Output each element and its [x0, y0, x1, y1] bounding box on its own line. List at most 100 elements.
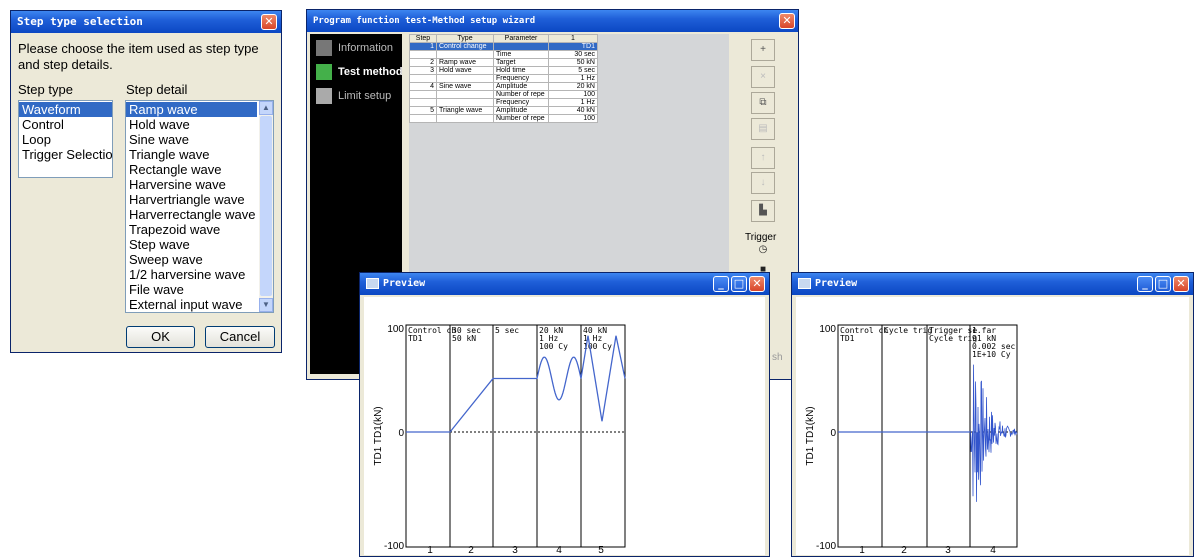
table-cell: 1 Hz	[548, 98, 598, 107]
step-detail-item[interactable]: Hold wave	[126, 117, 257, 132]
x-tick-label: 4	[990, 545, 996, 555]
cancel-button[interactable]: Cancel	[205, 326, 275, 348]
table-cell: 3	[409, 66, 437, 75]
table-cell: Frequency	[493, 74, 549, 83]
step-detail-label: Step detail	[126, 82, 188, 97]
table-cell: Control change	[436, 42, 494, 51]
prompt-line-1: Please choose the item used as step type	[18, 41, 259, 56]
wizard-nav-label: Test method	[338, 66, 403, 78]
table-cell: Target	[493, 58, 549, 67]
wizard-title: Program function test-Method setup wizar…	[313, 16, 536, 26]
dialog-titlebar: Step type selection ✕	[11, 11, 281, 33]
step-detail-item[interactable]: Harverrectangle wave	[126, 207, 257, 222]
step-detail-item[interactable]: Harversine wave	[126, 177, 257, 192]
table-row[interactable]: Number of repe 100	[409, 114, 598, 123]
step-detail-item[interactable]: External input wave	[126, 297, 257, 312]
step-detail-item[interactable]: Trapezoid wave	[126, 222, 257, 237]
table-cell	[436, 90, 494, 99]
table-row[interactable]: Number of repe 100	[409, 90, 598, 99]
step-detail-item[interactable]: Sweep wave	[126, 252, 257, 267]
table-row[interactable]: Frequency 1 Hz	[409, 74, 598, 83]
table-row[interactable]: 5 Triangle wave Amplitude 40 kN	[409, 106, 598, 115]
table-row[interactable]: 4 Sine wave Amplitude 20 kN	[409, 82, 598, 91]
step-type-item[interactable]: Control	[19, 117, 112, 132]
ok-button[interactable]: OK	[126, 326, 195, 348]
table-cell: Amplitude	[493, 106, 549, 115]
preview1-plot-area: 100 0 -100 TD1 TD1(kN) 1 2 3 4 5 Control ch TD1 30 …	[364, 297, 765, 555]
table-cell	[436, 50, 494, 59]
maximize-icon[interactable]: □	[731, 276, 747, 292]
step-detail-item[interactable]: 1/2 harversine wave	[126, 267, 257, 282]
table-cell: 50 kN	[548, 58, 598, 67]
y-bottom-label: -100	[816, 541, 836, 552]
table-cell	[409, 98, 437, 107]
add-icon[interactable]: +	[751, 39, 775, 61]
step-detail-item[interactable]: Ramp wave	[126, 102, 257, 117]
table-cell: 30 sec	[548, 50, 598, 59]
step-detail-item[interactable]: File wave	[126, 282, 257, 297]
table-row[interactable]: Time 30 sec	[409, 50, 598, 59]
close-icon[interactable]: ✕	[1173, 276, 1189, 292]
step-detail-item[interactable]: Rectangle wave	[126, 162, 257, 177]
preview-app-icon	[366, 277, 379, 289]
table-header-cell: 1	[548, 34, 598, 43]
table-row[interactable]: 3 Hold wave Hold time 5 sec	[409, 66, 598, 75]
y-top-label: 100	[387, 324, 404, 335]
table-cell: 1	[409, 42, 437, 51]
table-cell	[409, 90, 437, 99]
prompt-line-2: and step details.	[18, 57, 113, 72]
close-icon[interactable]: ✕	[779, 13, 795, 29]
step-type-dialog: Step type selection ✕ Please choose the …	[10, 10, 282, 353]
table-row[interactable]: Frequency 1 Hz	[409, 98, 598, 107]
table-cell: 1 Hz	[548, 74, 598, 83]
x-tick-label: 5	[598, 545, 604, 555]
step-detail-item[interactable]: Harvertriangle wave	[126, 192, 257, 207]
move-down-icon[interactable]: ↓	[751, 172, 775, 194]
y-bottom-label: -100	[384, 541, 404, 552]
minimize-icon[interactable]: _	[1137, 276, 1153, 292]
step-type-list[interactable]: Waveform Control Loop Trigger Selection	[18, 100, 113, 178]
preview-window-1: Preview _ □ ✕ 100 0 -100 TD1 TD1(kN) 1 2 3 4 5 Co…	[359, 272, 770, 557]
x-tick-label: 1	[427, 545, 433, 555]
preview1-titlebar: Preview _ □ ✕	[360, 273, 769, 295]
finish-button-fragment[interactable]: sh	[772, 352, 783, 363]
step-detail-list[interactable]: Ramp wave Hold wave Sine wave Triangle wave…	[125, 100, 274, 313]
table-cell: Hold wave	[436, 66, 494, 75]
delete-icon[interactable]: ×	[751, 66, 775, 88]
scroll-thumb[interactable]	[260, 116, 272, 296]
move-up-icon[interactable]: ↑	[751, 147, 775, 169]
scroll-down-icon[interactable]: ▼	[259, 298, 273, 312]
timer-icon[interactable]: ◷	[751, 243, 775, 259]
step-type-item[interactable]: Trigger Selection	[19, 147, 112, 162]
step-type-item[interactable]: Loop	[19, 132, 112, 147]
copy-icon[interactable]: ⧉	[751, 92, 775, 114]
close-icon[interactable]: ✕	[261, 14, 277, 30]
table-cell: 20 kN	[548, 82, 598, 91]
trigger-label: Trigger	[745, 232, 777, 243]
table-cell: Number of repe	[493, 90, 549, 99]
step-type-label: Step type	[18, 82, 73, 97]
table-cell: Amplitude	[493, 82, 549, 91]
table-cell	[436, 114, 494, 123]
table-cell	[409, 114, 437, 123]
segment-label: 100 Cy	[539, 342, 568, 351]
table-cell	[436, 98, 494, 107]
close-icon[interactable]: ✕	[749, 276, 765, 292]
x-tick-label: 2	[901, 545, 907, 555]
segment-label: 50 kN	[452, 334, 476, 343]
minimize-icon[interactable]: _	[713, 276, 729, 292]
y-top-label: 100	[819, 324, 836, 335]
maximize-icon[interactable]: □	[1155, 276, 1171, 292]
preview-app-icon	[798, 277, 811, 289]
segment-label: Cycle trig	[884, 326, 932, 335]
step-detail-item[interactable]: Triangle wave	[126, 147, 257, 162]
step-detail-item[interactable]: Step wave	[126, 237, 257, 252]
scroll-up-icon[interactable]: ▲	[259, 101, 273, 115]
wizard-nav-label: Limit setup	[338, 90, 392, 102]
chart-icon[interactable]: ▙	[751, 200, 775, 222]
table-row[interactable]: 1 Control change TD1	[409, 42, 598, 51]
paste-icon[interactable]: ▤	[751, 118, 775, 140]
table-row[interactable]: 2 Ramp wave Target 50 kN	[409, 58, 598, 67]
step-detail-item[interactable]: Sine wave	[126, 132, 257, 147]
step-type-item[interactable]: Waveform	[19, 102, 112, 117]
